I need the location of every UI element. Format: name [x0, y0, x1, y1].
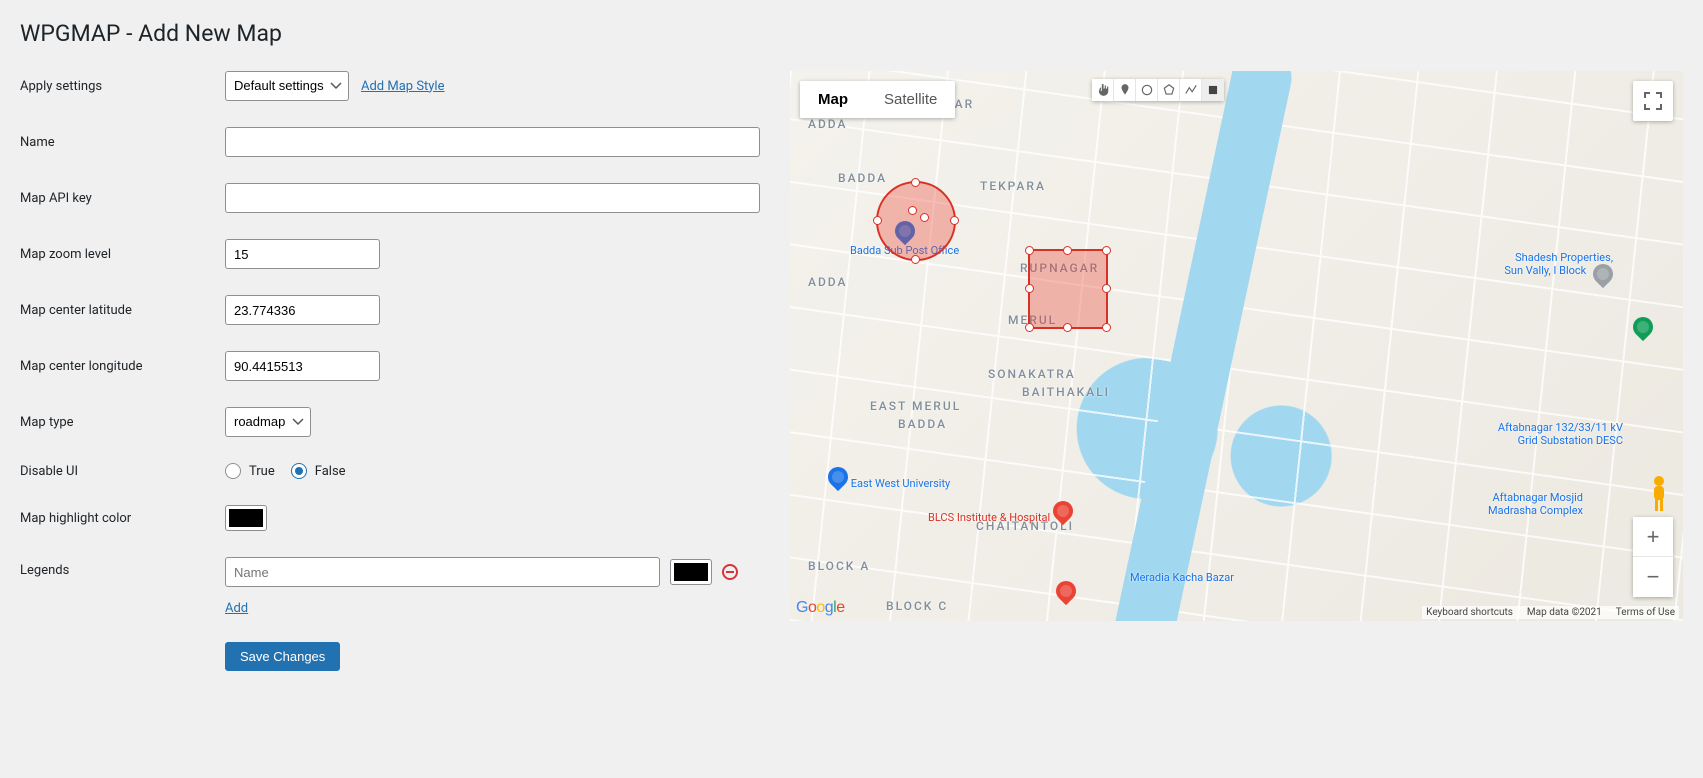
google-logo: Google: [796, 599, 845, 617]
map-label: BLOCK C: [886, 599, 948, 613]
label-name: Name: [20, 135, 225, 150]
map-label: BADDA: [898, 417, 947, 431]
map-type-satellite-button[interactable]: Satellite: [866, 81, 955, 118]
label-apply-settings: Apply settings: [20, 79, 225, 94]
footer-map-data: Map data ©2021: [1527, 607, 1602, 618]
remove-legend-icon[interactable]: [722, 564, 738, 580]
drawn-circle-shape[interactable]: [876, 181, 956, 261]
map-type-select[interactable]: roadmap: [225, 407, 311, 437]
map-label: BLOCK A: [808, 559, 870, 573]
zoom-in-button[interactable]: +: [1633, 517, 1673, 557]
label-api-key: Map API key: [20, 191, 225, 206]
draw-marker-icon[interactable]: [1114, 79, 1136, 101]
map-poi: [1633, 317, 1653, 340]
poi-pin-icon: [824, 463, 852, 491]
label-zoom: Map zoom level: [20, 247, 225, 262]
legend-row: [225, 557, 760, 587]
map-poi: East West University: [828, 467, 950, 490]
disable-ui-true-option[interactable]: True: [225, 463, 275, 479]
disable-ui-false-radio[interactable]: [291, 463, 307, 479]
map-label: ADDA: [808, 117, 847, 131]
save-button[interactable]: Save Changes: [225, 642, 340, 671]
map-label: BAITHAKALI: [1022, 385, 1110, 399]
lat-input[interactable]: [225, 295, 380, 325]
draw-polygon-icon[interactable]: [1158, 79, 1180, 101]
drawing-toolbar: [1092, 79, 1224, 101]
zoom-control: + −: [1633, 517, 1673, 597]
add-legend-link[interactable]: Add: [225, 601, 248, 616]
lng-input[interactable]: [225, 351, 380, 381]
highlight-color-swatch: [229, 509, 263, 527]
label-lat: Map center latitude: [20, 303, 225, 318]
hospital-pin-icon: [1056, 581, 1076, 605]
map-label: BADDA: [838, 171, 887, 185]
legend-name-input[interactable]: [225, 557, 660, 587]
map-label: TEKPARA: [980, 179, 1046, 193]
map-poi: Meradia Kacha Bazar: [1130, 571, 1234, 584]
map-poi: BLCS Institute & Hospital: [928, 501, 1073, 524]
footer-terms-link[interactable]: Terms of Use: [1616, 607, 1675, 618]
map-poi: Shadesh Properties, Sun Vally, I Block: [1504, 251, 1613, 284]
page-title: WPGMAP - Add New Map: [20, 20, 1683, 47]
legend-color-picker[interactable]: [670, 559, 712, 585]
map-label: SONAKATRA: [988, 367, 1076, 381]
add-map-style-link[interactable]: Add Map Style: [361, 79, 445, 94]
map-label: ADDA: [808, 275, 847, 289]
camera-pin-icon: [1629, 313, 1657, 341]
disable-ui-false-label: False: [315, 464, 346, 479]
poi-pin-icon: [1589, 260, 1617, 288]
map-label: EAST MERUL: [870, 399, 961, 413]
map-type-control: Map Satellite: [800, 81, 955, 118]
zoom-out-button[interactable]: −: [1633, 557, 1673, 597]
fullscreen-button[interactable]: [1633, 81, 1673, 121]
label-legends: Legends: [20, 557, 225, 578]
legend-color-swatch: [674, 563, 708, 581]
label-map-type: Map type: [20, 415, 225, 430]
label-lng: Map center longitude: [20, 359, 225, 374]
disable-ui-true-radio[interactable]: [225, 463, 241, 479]
draw-hand-icon[interactable]: [1092, 79, 1114, 101]
drawn-rectangle-shape[interactable]: [1028, 249, 1108, 329]
draw-circle-icon[interactable]: [1136, 79, 1158, 101]
draw-polyline-icon[interactable]: [1180, 79, 1202, 101]
name-input[interactable]: [225, 127, 760, 157]
map-poi: Aftabnagar 132/33/11 kV Grid Substation …: [1498, 421, 1623, 447]
disable-ui-false-option[interactable]: False: [291, 463, 346, 479]
hospital-pin-icon: [1049, 497, 1077, 525]
api-key-input[interactable]: [225, 183, 760, 213]
draw-rectangle-icon[interactable]: [1202, 79, 1224, 101]
disable-ui-true-label: True: [249, 464, 275, 479]
label-highlight-color: Map highlight color: [20, 511, 225, 526]
footer-keyboard-link[interactable]: Keyboard shortcuts: [1426, 607, 1513, 618]
zoom-input[interactable]: [225, 239, 380, 269]
highlight-color-picker[interactable]: [225, 505, 267, 531]
settings-form: Apply settings Default settings Add Map …: [20, 71, 760, 697]
map-preview[interactable]: ADARSHA NAGAR ADDA BADDA TEKPARA RUPNAGA…: [790, 71, 1683, 621]
pegman-icon[interactable]: [1645, 475, 1673, 513]
label-disable-ui: Disable UI: [20, 464, 225, 479]
map-type-map-button[interactable]: Map: [800, 81, 866, 118]
map-footer: Keyboard shortcuts Map data ©2021 Terms …: [1422, 606, 1679, 619]
apply-settings-select[interactable]: Default settings: [225, 71, 349, 101]
map-poi: Aftabnagar Mosjid Madrasha Complex: [1488, 491, 1583, 517]
